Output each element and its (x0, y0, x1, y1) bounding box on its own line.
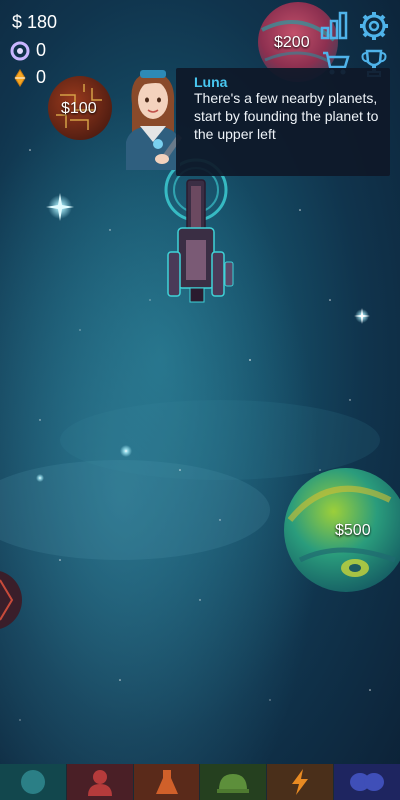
lightning-icon (292, 769, 309, 795)
sparkle-star (36, 474, 44, 482)
gem-icon (10, 41, 30, 60)
flask-icon (155, 770, 178, 794)
planet-100-price[interactable]: $100 (61, 100, 97, 118)
crystal-icon (14, 68, 26, 87)
helmet-icon (217, 774, 250, 793)
planet-tab[interactable] (0, 764, 67, 800)
money-value: $ 180 (12, 12, 58, 32)
bottom-tab-bar (0, 764, 400, 800)
planet-icon (20, 770, 45, 794)
fleet-tab[interactable] (334, 764, 400, 800)
crystal-counter: 0 (10, 67, 46, 88)
fleet-icon (350, 773, 385, 791)
army-tab[interactable] (200, 764, 268, 800)
dialog-box: Luna There's a few nearby planets, start… (176, 68, 390, 176)
stats-icon[interactable] (320, 10, 350, 40)
money-counter: $ 180 (12, 12, 57, 33)
planet-200-price[interactable]: $200 (274, 34, 310, 52)
research-tab[interactable] (133, 764, 201, 800)
crystal-value: 0 (36, 67, 47, 87)
gem-counter: 0 (10, 40, 46, 61)
dialog-message: There's a few nearby planets, start by f… (194, 90, 379, 142)
speaker-name: Luna (194, 74, 228, 90)
crew-icon (87, 770, 112, 796)
power-tab[interactable] (267, 764, 335, 800)
sparkle-star (120, 445, 132, 457)
settings-icon[interactable] (358, 10, 390, 42)
planet-500-price[interactable]: $500 (335, 522, 371, 540)
crew-tab[interactable] (66, 764, 134, 800)
gem-value: 0 (36, 40, 47, 60)
